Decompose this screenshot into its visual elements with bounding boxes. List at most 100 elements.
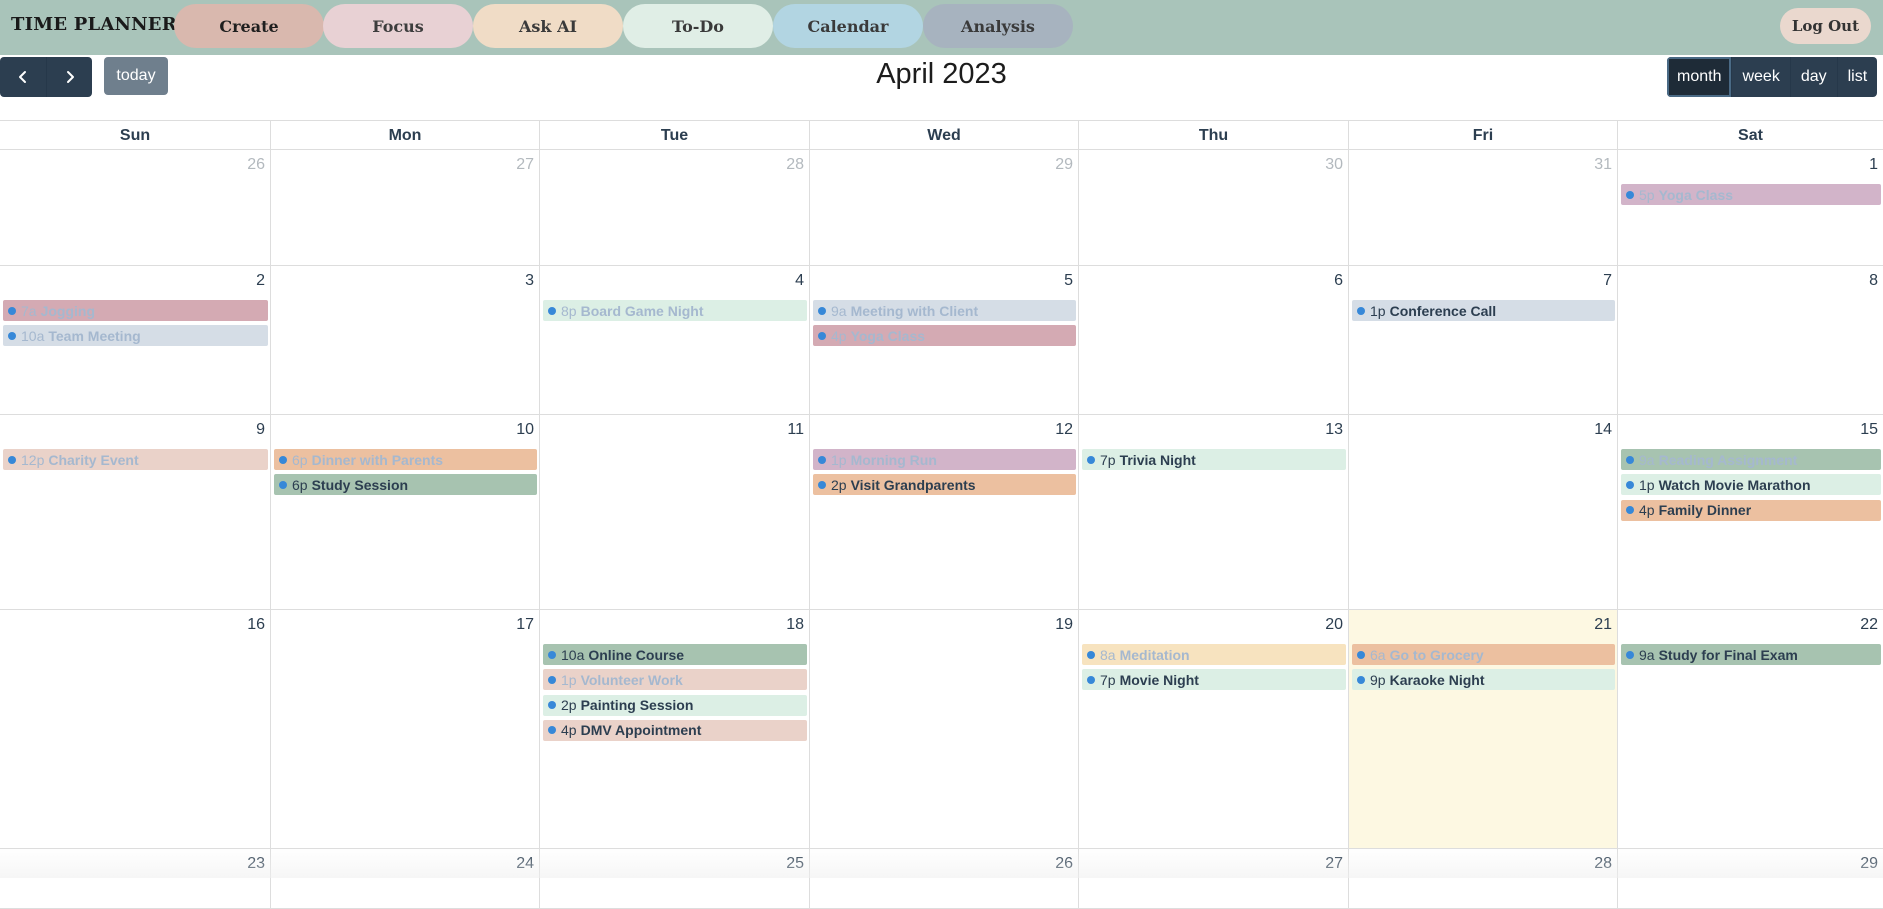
calendar-event[interactable]: 4p Yoga Class: [813, 325, 1076, 347]
day-number[interactable]: 3: [525, 272, 534, 290]
day-number[interactable]: 20: [1325, 616, 1343, 634]
day-number[interactable]: 23: [247, 855, 265, 873]
nav-focus-button[interactable]: Focus: [323, 4, 473, 48]
day-cell[interactable]: 31: [1348, 150, 1617, 265]
day-cell[interactable]: 29: [809, 150, 1078, 265]
day-number[interactable]: 1: [1869, 156, 1878, 174]
day-cell[interactable]: 6: [1078, 266, 1348, 414]
nav-calendar-button[interactable]: Calendar: [773, 4, 923, 48]
day-number[interactable]: 14: [1594, 421, 1612, 439]
calendar-event[interactable]: 6p Dinner with Parents: [274, 449, 537, 470]
day-number[interactable]: 28: [786, 156, 804, 174]
calendar-event[interactable]: 1p Watch Movie Marathon: [1621, 474, 1881, 496]
calendar-event[interactable]: 1p Morning Run: [813, 449, 1076, 470]
day-number[interactable]: 26: [247, 156, 265, 174]
day-cell[interactable]: 4 8p Board Game Night: [539, 266, 809, 414]
calendar-event[interactable]: 2p Visit Grandparents: [813, 474, 1076, 496]
view-month-button[interactable]: month: [1667, 57, 1732, 97]
calendar-event[interactable]: 2p Painting Session: [543, 694, 807, 716]
day-number[interactable]: 27: [1325, 855, 1343, 873]
day-cell[interactable]: 27: [1078, 849, 1348, 908]
day-number[interactable]: 9: [256, 421, 265, 439]
day-cell[interactable]: 7 1p Conference Call: [1348, 266, 1617, 414]
calendar-event[interactable]: 10a Team Meeting: [3, 325, 268, 347]
day-cell[interactable]: 20 8a Meditation 7p Movie Night: [1078, 610, 1348, 848]
day-cell[interactable]: 15 9a Reading Assignment 1p Watch Movie Mara…: [1617, 415, 1883, 609]
day-cell[interactable]: 28: [1348, 849, 1617, 908]
view-week-button[interactable]: week: [1731, 57, 1790, 97]
day-number[interactable]: 10: [516, 421, 534, 439]
calendar-event[interactable]: 8p Board Game Night: [543, 300, 807, 321]
day-cell[interactable]: 1 5p Yoga Class: [1617, 150, 1883, 265]
day-cell-today[interactable]: 21 6a Go to Grocery 9p Karaoke Night: [1348, 610, 1617, 848]
calendar-event[interactable]: 6a Go to Grocery: [1352, 644, 1615, 665]
calendar-event[interactable]: 10a Online Course: [543, 644, 807, 665]
day-cell[interactable]: 19: [809, 610, 1078, 848]
day-cell[interactable]: 16: [0, 610, 270, 848]
calendar-event[interactable]: 8a Meditation: [1082, 644, 1346, 665]
day-number[interactable]: 16: [247, 616, 265, 634]
day-number[interactable]: 28: [1594, 855, 1612, 873]
calendar-event[interactable]: 4p DMV Appointment: [543, 719, 807, 741]
day-number[interactable]: 12: [1055, 421, 1073, 439]
day-cell[interactable]: 11: [539, 415, 809, 609]
calendar-event[interactable]: 7a Jogging: [3, 300, 268, 321]
day-number[interactable]: 5: [1064, 272, 1073, 290]
day-cell[interactable]: 30: [1078, 150, 1348, 265]
nav-create-button[interactable]: Create: [174, 4, 324, 48]
day-number[interactable]: 18: [786, 616, 804, 634]
day-cell[interactable]: 28: [539, 150, 809, 265]
day-cell[interactable]: 3: [270, 266, 539, 414]
day-cell[interactable]: 17: [270, 610, 539, 848]
day-number[interactable]: 2: [256, 272, 265, 290]
day-cell[interactable]: 18 10a Online Course 1p Volunteer Work 2p Pain…: [539, 610, 809, 848]
calendar-event[interactable]: 9a Study for Final Exam: [1621, 644, 1881, 665]
calendar-event[interactable]: 9a Reading Assignment: [1621, 449, 1881, 470]
nav-ask-ai-button[interactable]: Ask AI: [473, 4, 623, 48]
nav-todo-button[interactable]: To-Do: [623, 4, 773, 48]
day-cell[interactable]: 9 12p Charity Event: [0, 415, 270, 609]
calendar-event[interactable]: 7p Movie Night: [1082, 669, 1346, 691]
day-number[interactable]: 15: [1860, 421, 1878, 439]
day-number[interactable]: 21: [1594, 616, 1612, 634]
day-cell[interactable]: 2 7a Jogging 10a Team Meeting: [0, 266, 270, 414]
day-number[interactable]: 13: [1325, 421, 1343, 439]
day-cell[interactable]: 24: [270, 849, 539, 908]
day-cell[interactable]: 25: [539, 849, 809, 908]
day-cell[interactable]: 26: [0, 150, 270, 265]
day-cell[interactable]: 10 6p Dinner with Parents 6p Study Session: [270, 415, 539, 609]
day-number[interactable]: 19: [1055, 616, 1073, 634]
day-cell[interactable]: 13 7p Trivia Night: [1078, 415, 1348, 609]
calendar-event[interactable]: 5p Yoga Class: [1621, 184, 1881, 205]
calendar-event[interactable]: 1p Conference Call: [1352, 300, 1615, 321]
day-cell[interactable]: 26: [809, 849, 1078, 908]
day-number[interactable]: 29: [1860, 855, 1878, 873]
day-number[interactable]: 26: [1055, 855, 1073, 873]
day-cell[interactable]: 22 9a Study for Final Exam: [1617, 610, 1883, 848]
day-number[interactable]: 25: [786, 855, 804, 873]
nav-analysis-button[interactable]: Analysis: [923, 4, 1073, 48]
calendar-event[interactable]: 9p Karaoke Night: [1352, 669, 1615, 691]
day-number[interactable]: 7: [1603, 272, 1612, 290]
day-number[interactable]: 11: [787, 421, 804, 439]
logout-button[interactable]: Log Out: [1779, 8, 1871, 44]
calendar-event[interactable]: 4p Family Dinner: [1621, 499, 1881, 521]
day-number[interactable]: 17: [516, 616, 534, 634]
calendar-event[interactable]: 12p Charity Event: [3, 449, 268, 470]
view-list-button[interactable]: list: [1836, 57, 1878, 97]
calendar-event[interactable]: 6p Study Session: [274, 474, 537, 496]
day-number[interactable]: 8: [1869, 272, 1878, 290]
day-cell[interactable]: 5 9a Meeting with Client 4p Yoga Class: [809, 266, 1078, 414]
day-number[interactable]: 6: [1334, 272, 1343, 290]
day-number[interactable]: 29: [1055, 156, 1073, 174]
day-cell[interactable]: 12 1p Morning Run 2p Visit Grandparents: [809, 415, 1078, 609]
day-cell[interactable]: 29: [1617, 849, 1883, 908]
day-number[interactable]: 30: [1325, 156, 1343, 174]
day-cell[interactable]: 27: [270, 150, 539, 265]
day-number[interactable]: 31: [1594, 156, 1612, 174]
calendar-event[interactable]: 9a Meeting with Client: [813, 300, 1076, 321]
calendar-event[interactable]: 1p Volunteer Work: [543, 669, 807, 691]
day-number[interactable]: 24: [516, 855, 534, 873]
calendar-event[interactable]: 7p Trivia Night: [1082, 449, 1346, 470]
day-number[interactable]: 27: [516, 156, 534, 174]
